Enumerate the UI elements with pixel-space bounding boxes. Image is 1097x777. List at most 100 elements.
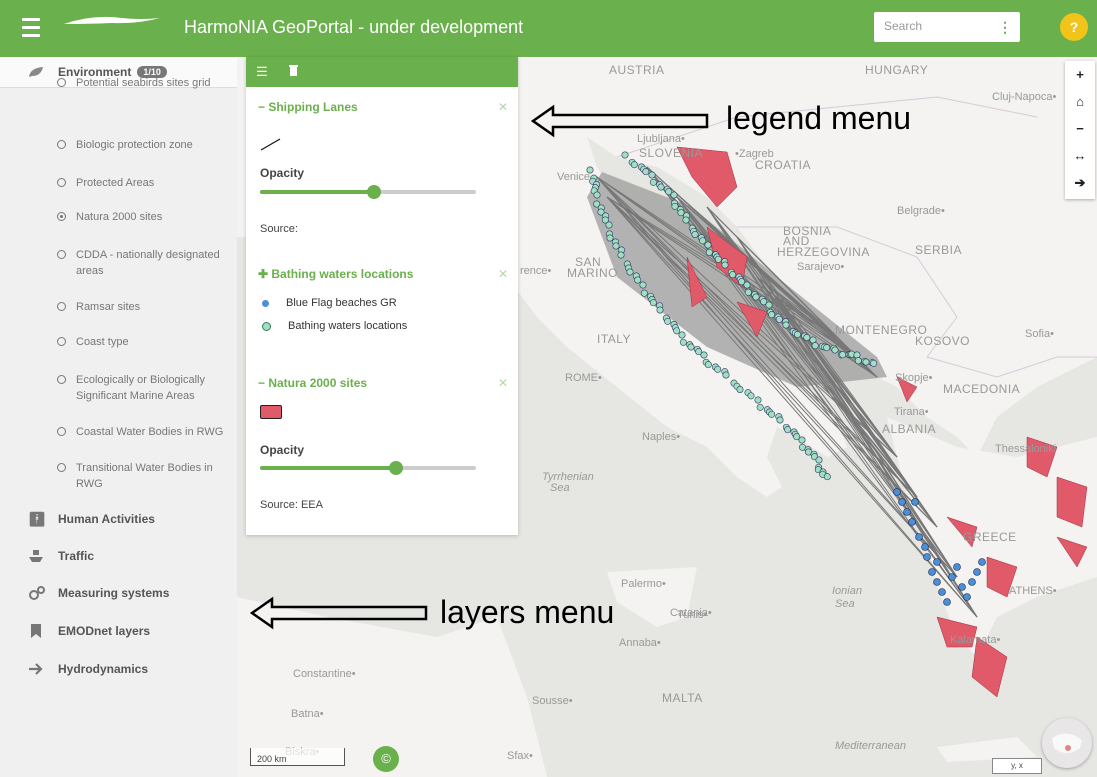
bathing-point[interactable] [831, 346, 839, 354]
bathing-point[interactable] [687, 343, 695, 351]
bathing-point[interactable] [606, 234, 614, 242]
bathing-point[interactable] [754, 396, 762, 404]
bathing-point[interactable] [721, 261, 729, 269]
bathing-point[interactable] [649, 178, 657, 186]
bathing-point[interactable] [775, 315, 783, 323]
radio-icon[interactable] [57, 463, 66, 472]
radio-icon[interactable] [57, 302, 66, 311]
bathing-point[interactable] [678, 331, 686, 339]
bathing-point[interactable] [621, 151, 629, 159]
blue-flag-point[interactable] [933, 578, 941, 586]
bathing-point[interactable] [714, 365, 722, 373]
radio-icon[interactable] [57, 337, 66, 346]
bathing-point[interactable] [612, 242, 620, 250]
sidebar-item-hydrodynamics[interactable]: Hydrodynamics [28, 661, 148, 677]
bathing-point[interactable] [823, 344, 831, 352]
trash-icon[interactable] [288, 64, 299, 80]
radio-selected-icon[interactable] [57, 212, 66, 221]
bathing-point[interactable] [744, 288, 752, 296]
bathing-point[interactable] [765, 301, 773, 309]
blue-flag-point[interactable] [908, 518, 916, 526]
bathing-point[interactable] [673, 327, 681, 335]
bathing-point[interactable] [722, 371, 730, 379]
bathing-point[interactable] [691, 231, 699, 239]
bathing-point[interactable] [798, 436, 806, 444]
sublayer-item[interactable]: Natura 2000 sites [57, 209, 236, 225]
bathing-point[interactable] [756, 403, 764, 411]
radio-icon[interactable] [57, 178, 66, 187]
bathing-point[interactable] [853, 351, 861, 359]
help-button[interactable]: ? [1060, 13, 1088, 41]
bathing-point[interactable] [630, 161, 638, 169]
bathing-point[interactable] [617, 251, 625, 259]
bathing-point[interactable] [815, 456, 823, 464]
sublayer-item[interactable]: Potential seabirds sites grid [57, 75, 236, 91]
bathing-point[interactable] [626, 268, 634, 276]
radio-icon[interactable] [57, 250, 66, 259]
blue-flag-point[interactable] [943, 598, 951, 606]
blue-flag-point[interactable] [958, 583, 966, 591]
bathing-point[interactable] [714, 255, 722, 263]
bathing-point[interactable] [657, 183, 665, 191]
blue-flag-point[interactable] [903, 508, 911, 516]
bathing-point[interactable] [803, 333, 811, 341]
opacity-slider[interactable] [260, 461, 476, 475]
bathing-point[interactable] [700, 351, 708, 359]
bathing-point[interactable] [664, 317, 672, 325]
bathing-point[interactable] [743, 281, 751, 289]
bathing-point[interactable] [776, 416, 784, 424]
bathing-point[interactable] [593, 191, 601, 199]
sublayer-item[interactable]: Transitional Water Bodies in RWG [57, 460, 236, 492]
bathing-point[interactable] [704, 241, 712, 249]
menu-icon[interactable] [22, 18, 40, 38]
bathing-point[interactable] [699, 237, 707, 245]
bathing-point[interactable] [679, 338, 687, 346]
bathing-point[interactable] [782, 321, 790, 329]
blue-flag-point[interactable] [968, 578, 976, 586]
bathing-point[interactable] [670, 191, 678, 199]
close-icon[interactable]: ✕ [498, 376, 508, 390]
bathing-point[interactable] [605, 221, 613, 229]
blue-flag-point[interactable] [921, 543, 929, 551]
blue-flag-point[interactable] [923, 553, 931, 561]
measure-button[interactable]: ↔ [1065, 142, 1095, 169]
close-icon[interactable]: ✕ [498, 267, 508, 281]
blue-flag-point[interactable] [973, 568, 981, 576]
sublayer-item[interactable]: Ecologically or Biologically Significant… [57, 372, 236, 404]
search-input[interactable]: Search ⋮ [874, 12, 1020, 42]
overview-map-button[interactable] [1042, 718, 1092, 768]
blue-flag-point[interactable] [898, 498, 906, 506]
bathing-point[interactable] [854, 357, 862, 365]
bathing-point[interactable] [839, 351, 847, 359]
bathing-point[interactable] [811, 342, 819, 350]
share-button[interactable]: ➔ [1065, 169, 1095, 196]
bathing-point[interactable] [682, 216, 690, 224]
blue-flag-point[interactable] [938, 588, 946, 596]
radio-icon[interactable] [57, 140, 66, 149]
bathing-point[interactable] [648, 171, 656, 179]
slider-handle[interactable] [389, 461, 404, 475]
bathing-point[interactable] [784, 426, 792, 434]
bathing-point[interactable] [656, 306, 664, 314]
sublayer-item[interactable]: Protected Areas [57, 175, 236, 191]
radio-icon[interactable] [57, 375, 66, 384]
blue-flag-point[interactable] [928, 568, 936, 576]
bathing-point[interactable] [747, 392, 755, 400]
bathing-point[interactable] [768, 410, 776, 418]
bathing-point[interactable] [862, 358, 870, 366]
sublayer-item[interactable]: Ramsar sites [57, 299, 236, 315]
legend-bathing-title[interactable]: ✚ Bathing waters locations [258, 267, 413, 281]
sublayer-item[interactable]: Biologic protection zone [57, 137, 236, 153]
blue-flag-point[interactable] [911, 498, 919, 506]
copyright-button[interactable]: © [373, 746, 399, 772]
legend-natura-title[interactable]: − Natura 2000 sites [258, 376, 367, 390]
bathing-point[interactable] [768, 311, 776, 319]
zoom-out-button[interactable]: − [1065, 115, 1095, 142]
bathing-point[interactable] [634, 276, 642, 284]
home-button[interactable]: ⌂ [1065, 88, 1095, 115]
more-options-icon[interactable]: ⋮ [998, 19, 1012, 36]
sublayer-item[interactable]: Coast type [57, 334, 236, 350]
bathing-point[interactable] [639, 281, 647, 289]
bathing-point[interactable] [823, 473, 831, 481]
close-icon[interactable]: ✕ [498, 100, 508, 114]
